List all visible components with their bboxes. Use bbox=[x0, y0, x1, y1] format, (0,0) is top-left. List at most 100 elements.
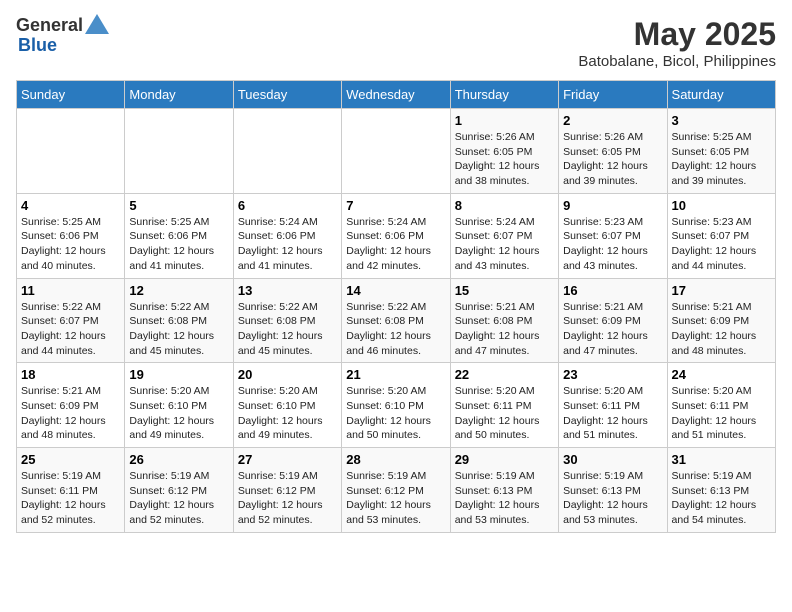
logo-general-text: General bbox=[16, 16, 83, 36]
calendar-cell: 18 Sunrise: 5:21 AM Sunset: 6:09 PM Dayli… bbox=[17, 363, 125, 448]
calendar-cell: 30 Sunrise: 5:19 AM Sunset: 6:13 PM Dayli… bbox=[559, 448, 667, 533]
calendar-cell: 20 Sunrise: 5:20 AM Sunset: 6:10 PM Dayli… bbox=[233, 363, 341, 448]
calendar-cell: 17 Sunrise: 5:21 AM Sunset: 6:09 PM Dayli… bbox=[667, 278, 775, 363]
calendar-week-2: 4 Sunrise: 5:25 AM Sunset: 6:06 PM Daylig… bbox=[17, 193, 776, 278]
calendar-cell: 2 Sunrise: 5:26 AM Sunset: 6:05 PM Daylig… bbox=[559, 109, 667, 194]
calendar-cell: 6 Sunrise: 5:24 AM Sunset: 6:06 PM Daylig… bbox=[233, 193, 341, 278]
day-number: 10 bbox=[672, 198, 771, 213]
calendar-cell: 22 Sunrise: 5:20 AM Sunset: 6:11 PM Dayli… bbox=[450, 363, 558, 448]
calendar-cell: 28 Sunrise: 5:19 AM Sunset: 6:12 PM Dayli… bbox=[342, 448, 450, 533]
day-info: Sunrise: 5:21 AM Sunset: 6:09 PM Dayligh… bbox=[21, 384, 120, 443]
day-number: 28 bbox=[346, 452, 445, 467]
header-day-saturday: Saturday bbox=[667, 81, 775, 109]
day-info: Sunrise: 5:26 AM Sunset: 6:05 PM Dayligh… bbox=[563, 130, 662, 189]
day-number: 3 bbox=[672, 113, 771, 128]
calendar-cell: 3 Sunrise: 5:25 AM Sunset: 6:05 PM Daylig… bbox=[667, 109, 775, 194]
header-day-wednesday: Wednesday bbox=[342, 81, 450, 109]
calendar-cell bbox=[125, 109, 233, 194]
calendar-cell: 11Sunrise: 5:22 AM Sunset: 6:07 PM Dayli… bbox=[17, 278, 125, 363]
calendar-cell: 24 Sunrise: 5:20 AM Sunset: 6:11 PM Dayli… bbox=[667, 363, 775, 448]
day-info: Sunrise: 5:25 AM Sunset: 6:06 PM Dayligh… bbox=[21, 215, 120, 274]
day-info: Sunrise: 5:25 AM Sunset: 6:05 PM Dayligh… bbox=[672, 130, 771, 189]
day-info: Sunrise: 5:23 AM Sunset: 6:07 PM Dayligh… bbox=[563, 215, 662, 274]
day-info: Sunrise: 5:20 AM Sunset: 6:10 PM Dayligh… bbox=[346, 384, 445, 443]
day-info: Sunrise: 5:19 AM Sunset: 6:11 PM Dayligh… bbox=[21, 469, 120, 528]
day-info: Sunrise: 5:20 AM Sunset: 6:11 PM Dayligh… bbox=[455, 384, 554, 443]
title-area: May 2025 Batobalane, Bicol, Philippines bbox=[578, 16, 776, 70]
header-day-sunday: Sunday bbox=[17, 81, 125, 109]
calendar-week-5: 25 Sunrise: 5:19 AM Sunset: 6:11 PM Dayli… bbox=[17, 448, 776, 533]
day-info: Sunrise: 5:21 AM Sunset: 6:08 PM Dayligh… bbox=[455, 300, 554, 359]
calendar-cell: 26 Sunrise: 5:19 AM Sunset: 6:12 PM Dayli… bbox=[125, 448, 233, 533]
day-info: Sunrise: 5:24 AM Sunset: 6:06 PM Dayligh… bbox=[238, 215, 337, 274]
day-info: Sunrise: 5:24 AM Sunset: 6:06 PM Dayligh… bbox=[346, 215, 445, 274]
day-info: Sunrise: 5:19 AM Sunset: 6:12 PM Dayligh… bbox=[238, 469, 337, 528]
day-number: 13 bbox=[238, 283, 337, 298]
day-info: Sunrise: 5:24 AM Sunset: 6:07 PM Dayligh… bbox=[455, 215, 554, 274]
calendar-cell: 29Sunrise: 5:19 AM Sunset: 6:13 PM Dayli… bbox=[450, 448, 558, 533]
day-info: Sunrise: 5:26 AM Sunset: 6:05 PM Dayligh… bbox=[455, 130, 554, 189]
calendar-header-row: SundayMondayTuesdayWednesdayThursdayFrid… bbox=[17, 81, 776, 109]
calendar-cell: 23 Sunrise: 5:20 AM Sunset: 6:11 PM Dayli… bbox=[559, 363, 667, 448]
calendar-week-1: 1 Sunrise: 5:26 AM Sunset: 6:05 PM Daylig… bbox=[17, 109, 776, 194]
day-info: Sunrise: 5:25 AM Sunset: 6:06 PM Dayligh… bbox=[129, 215, 228, 274]
calendar-cell: 1 Sunrise: 5:26 AM Sunset: 6:05 PM Daylig… bbox=[450, 109, 558, 194]
day-number: 25 bbox=[21, 452, 120, 467]
day-info: Sunrise: 5:22 AM Sunset: 6:07 PM Dayligh… bbox=[21, 300, 120, 359]
header-day-tuesday: Tuesday bbox=[233, 81, 341, 109]
day-number: 5 bbox=[129, 198, 228, 213]
day-info: Sunrise: 5:21 AM Sunset: 6:09 PM Dayligh… bbox=[563, 300, 662, 359]
day-info: Sunrise: 5:22 AM Sunset: 6:08 PM Dayligh… bbox=[238, 300, 337, 359]
day-number: 22 bbox=[455, 367, 554, 382]
day-number: 19 bbox=[129, 367, 228, 382]
calendar-cell: 15Sunrise: 5:21 AM Sunset: 6:08 PM Dayli… bbox=[450, 278, 558, 363]
calendar-cell: 8 Sunrise: 5:24 AM Sunset: 6:07 PM Daylig… bbox=[450, 193, 558, 278]
day-number: 20 bbox=[238, 367, 337, 382]
calendar-cell: 4 Sunrise: 5:25 AM Sunset: 6:06 PM Daylig… bbox=[17, 193, 125, 278]
calendar-cell bbox=[233, 109, 341, 194]
day-info: Sunrise: 5:20 AM Sunset: 6:11 PM Dayligh… bbox=[563, 384, 662, 443]
day-number: 14 bbox=[346, 283, 445, 298]
day-number: 21 bbox=[346, 367, 445, 382]
day-info: Sunrise: 5:19 AM Sunset: 6:13 PM Dayligh… bbox=[672, 469, 771, 528]
logo-blue-text: Blue bbox=[16, 36, 109, 56]
day-info: Sunrise: 5:19 AM Sunset: 6:12 PM Dayligh… bbox=[346, 469, 445, 528]
day-number: 27 bbox=[238, 452, 337, 467]
day-number: 30 bbox=[563, 452, 662, 467]
calendar-cell bbox=[17, 109, 125, 194]
day-info: Sunrise: 5:21 AM Sunset: 6:09 PM Dayligh… bbox=[672, 300, 771, 359]
day-number: 26 bbox=[129, 452, 228, 467]
day-number: 2 bbox=[563, 113, 662, 128]
day-number: 18 bbox=[21, 367, 120, 382]
day-number: 6 bbox=[238, 198, 337, 213]
day-info: Sunrise: 5:19 AM Sunset: 6:13 PM Dayligh… bbox=[563, 469, 662, 528]
calendar-cell: 16 Sunrise: 5:21 AM Sunset: 6:09 PM Dayli… bbox=[559, 278, 667, 363]
day-number: 17 bbox=[672, 283, 771, 298]
calendar-cell: 9Sunrise: 5:23 AM Sunset: 6:07 PM Daylig… bbox=[559, 193, 667, 278]
header-day-friday: Friday bbox=[559, 81, 667, 109]
location: Batobalane, Bicol, Philippines bbox=[578, 53, 776, 70]
day-number: 23 bbox=[563, 367, 662, 382]
calendar-cell: 13 Sunrise: 5:22 AM Sunset: 6:08 PM Dayli… bbox=[233, 278, 341, 363]
calendar-cell bbox=[342, 109, 450, 194]
day-number: 7 bbox=[346, 198, 445, 213]
day-number: 16 bbox=[563, 283, 662, 298]
calendar-cell: 10 Sunrise: 5:23 AM Sunset: 6:07 PM Dayli… bbox=[667, 193, 775, 278]
calendar-cell: 25 Sunrise: 5:19 AM Sunset: 6:11 PM Dayli… bbox=[17, 448, 125, 533]
calendar-cell: 7 Sunrise: 5:24 AM Sunset: 6:06 PM Daylig… bbox=[342, 193, 450, 278]
day-info: Sunrise: 5:19 AM Sunset: 6:12 PM Dayligh… bbox=[129, 469, 228, 528]
day-number: 24 bbox=[672, 367, 771, 382]
day-info: Sunrise: 5:23 AM Sunset: 6:07 PM Dayligh… bbox=[672, 215, 771, 274]
day-number: 4 bbox=[21, 198, 120, 213]
day-info: Sunrise: 5:20 AM Sunset: 6:10 PM Dayligh… bbox=[238, 384, 337, 443]
day-number: 8 bbox=[455, 198, 554, 213]
calendar-cell: 27 Sunrise: 5:19 AM Sunset: 6:12 PM Dayli… bbox=[233, 448, 341, 533]
day-number: 1 bbox=[455, 113, 554, 128]
logo-icon bbox=[85, 14, 109, 34]
day-number: 29 bbox=[455, 452, 554, 467]
header: General Blue May 2025 Batobalane, Bicol,… bbox=[16, 16, 776, 70]
day-info: Sunrise: 5:20 AM Sunset: 6:10 PM Dayligh… bbox=[129, 384, 228, 443]
day-info: Sunrise: 5:20 AM Sunset: 6:11 PM Dayligh… bbox=[672, 384, 771, 443]
calendar-table: SundayMondayTuesdayWednesdayThursdayFrid… bbox=[16, 80, 776, 533]
calendar-cell: 12Sunrise: 5:22 AM Sunset: 6:08 PM Dayli… bbox=[125, 278, 233, 363]
